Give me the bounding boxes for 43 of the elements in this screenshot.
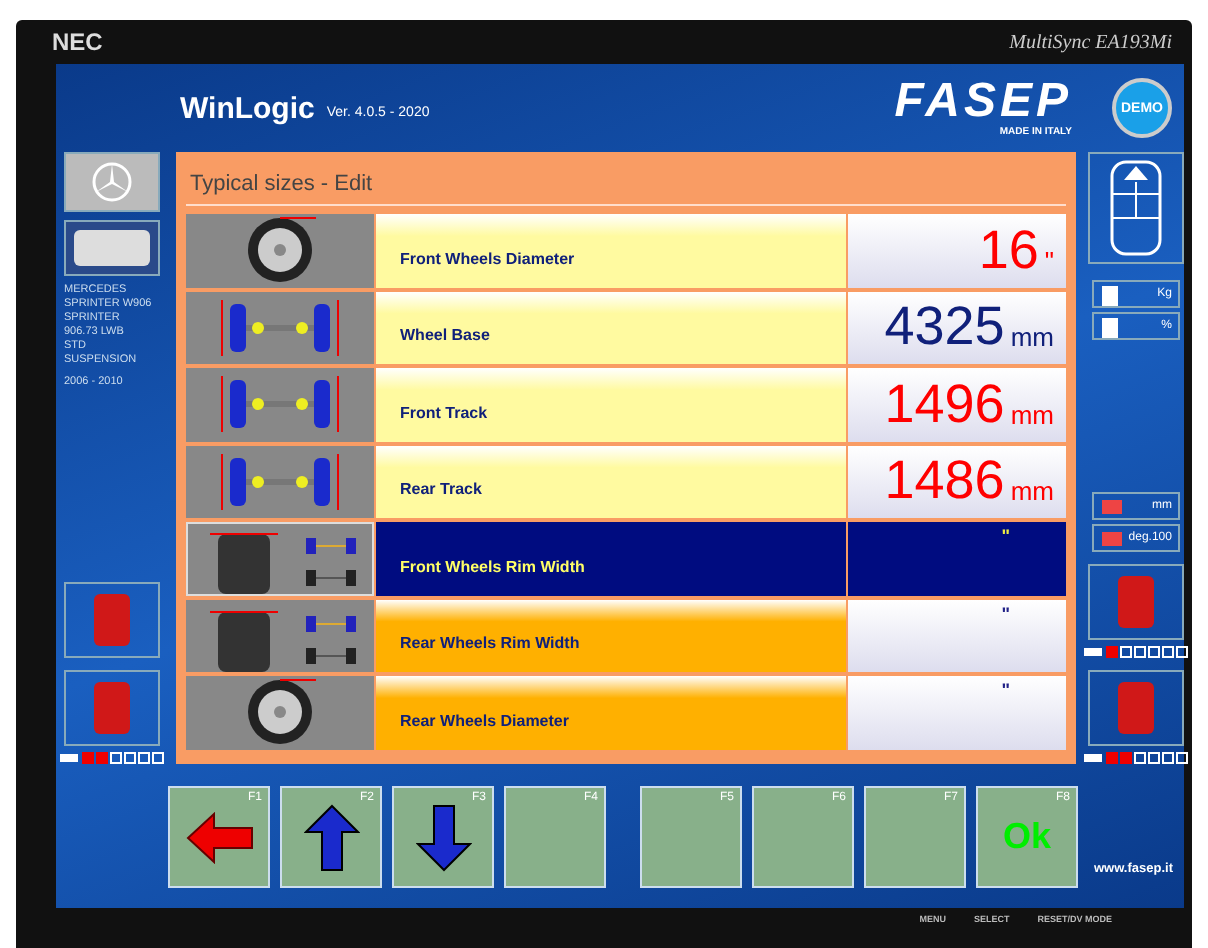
value-field[interactable]: 16"	[848, 214, 1066, 287]
device-button[interactable]	[64, 670, 160, 746]
monitor-model: MultiSync EA193Mi	[1009, 31, 1172, 53]
size-label[interactable]: Front Track	[376, 368, 846, 441]
value-field[interactable]: 4325 mm	[848, 291, 1066, 364]
size-label[interactable]: Front Wheels Diameter	[376, 214, 846, 287]
value-field[interactable]: 1486 mm	[848, 445, 1066, 518]
device-button[interactable]	[1088, 670, 1184, 746]
down-arrow-icon	[415, 803, 471, 871]
app-title: WinLogic	[180, 91, 315, 125]
value-field[interactable]: "	[848, 522, 1066, 595]
unit-text: mm	[1010, 399, 1054, 430]
slider-control[interactable]	[1084, 648, 1102, 656]
car-top-view-icon[interactable]	[1088, 152, 1184, 264]
slider-control[interactable]	[1084, 754, 1102, 762]
panel-title: Typical sizes - Edit	[186, 164, 1066, 206]
monitor-brand: NEC	[52, 28, 103, 56]
size-value: 4325	[884, 296, 1005, 359]
van-photo-placeholder	[64, 220, 160, 276]
size-label[interactable]: Rear Wheels Rim Width	[376, 599, 846, 672]
slider-control[interactable]	[60, 754, 78, 762]
brand-logo-button[interactable]	[64, 152, 160, 212]
up-arrow-icon	[303, 803, 359, 871]
size-value: 1496	[884, 373, 1005, 436]
unit-text: "	[1001, 526, 1010, 546]
unit-text: "	[1001, 680, 1010, 700]
unit-text: "	[1044, 245, 1054, 276]
unit-text: mm	[1010, 322, 1054, 353]
size-value: 16	[978, 219, 1039, 282]
value-field[interactable]: "	[848, 676, 1066, 749]
size-label[interactable]: Front Wheels Rim Width	[376, 522, 846, 595]
logo-text: FASEP	[894, 78, 1072, 126]
size-label[interactable]: Wheel Base	[376, 291, 846, 364]
value-field[interactable]: 1496 mm	[848, 368, 1066, 441]
unit-text: "	[1001, 603, 1010, 623]
device-button[interactable]	[64, 582, 160, 658]
device-button[interactable]	[1088, 564, 1184, 640]
value-field[interactable]: "	[848, 599, 1066, 672]
size-label[interactable]: Rear Wheels Diameter	[376, 676, 846, 749]
left-arrow-icon	[185, 811, 253, 863]
unit-text: mm	[1010, 476, 1054, 507]
size-value: 1486	[884, 450, 1005, 513]
size-label[interactable]: Rear Track	[376, 445, 846, 518]
